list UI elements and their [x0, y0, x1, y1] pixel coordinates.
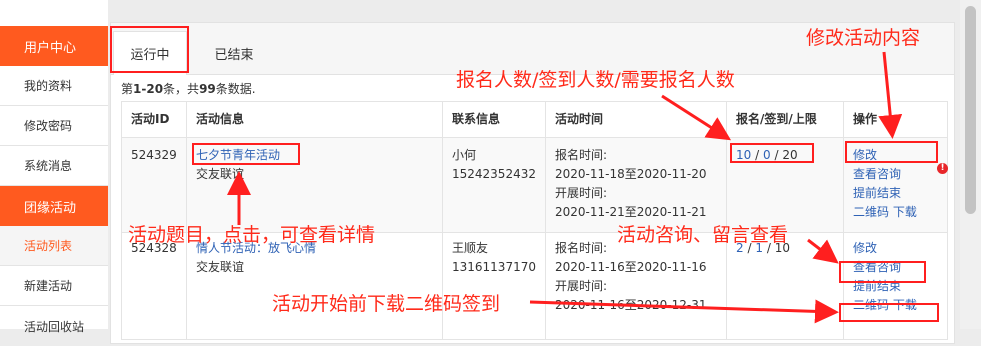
- highlight-box-tab: [110, 26, 189, 73]
- activity-info: 情人节活动：放飞心情 交友联谊: [186, 232, 443, 340]
- activity-category: 交友联谊: [196, 167, 245, 181]
- highlight-box-counts: [730, 143, 814, 163]
- column-header-time: 活动时间: [545, 101, 727, 138]
- sidebar-item-system-messages[interactable]: 系统消息: [0, 146, 108, 186]
- run-range: 2020-11-16至2020-12-31: [555, 298, 707, 312]
- column-header-contact: 联系信息: [442, 101, 546, 138]
- highlight-box-qr: [839, 303, 939, 322]
- sidebar-item-activity-list[interactable]: 活动列表: [0, 226, 108, 266]
- row-actions: 修改 查看咨询 提前结束 二维码 下载: [843, 232, 948, 340]
- activity-id: 524328: [121, 232, 187, 340]
- run-label: 开展时间:: [555, 279, 608, 293]
- highlight-box-title: [192, 143, 300, 165]
- sidebar-item-my-profile[interactable]: 我的资料: [0, 66, 108, 106]
- activity-time: 报名时间: 2020-11-18至2020-11-20 开展时间: 2020-1…: [545, 137, 727, 233]
- sidebar: 用户中心 我的资料 修改密码 系统消息 团缘活动 活动列表 新建活动 活动回收站: [0, 0, 108, 334]
- page-scrollbar[interactable]: [960, 0, 981, 329]
- column-header-info: 活动信息: [186, 101, 443, 138]
- contact-phone: 15242352432: [452, 167, 536, 181]
- sidebar-header-user-center[interactable]: 用户中心: [0, 26, 108, 66]
- contact-name: 小何: [452, 148, 477, 162]
- view-consult-link[interactable]: 查看咨询: [853, 167, 901, 181]
- signup-label: 报名时间:: [555, 148, 608, 162]
- table-header-row: 活动ID 活动信息 联系信息 活动时间 报名/签到/上限 操作: [121, 101, 948, 138]
- contact-phone: 13161137170: [452, 260, 536, 274]
- signup-label: 报名时间:: [555, 241, 608, 255]
- alert-icon: !: [937, 163, 948, 174]
- run-range: 2020-11-21至2020-11-21: [555, 205, 707, 219]
- activity-time: 报名时间: 2020-11-16至2020-11-16 开展时间: 2020-1…: [545, 232, 727, 340]
- annotation-edit-content: 修改活动内容: [806, 27, 921, 49]
- column-header-actions: 操作: [843, 101, 948, 138]
- scrollbar-thumb[interactable]: [965, 6, 976, 214]
- activity-id: 524329: [121, 137, 187, 233]
- table-row: 524328 情人节活动：放飞心情 交友联谊 王顺友 13161137170 报…: [121, 232, 948, 340]
- pagination-summary: 第1-20条，共99条数据.: [121, 82, 256, 96]
- contact-info: 小何 15242352432: [442, 137, 546, 233]
- contact-name: 王顺友: [452, 241, 489, 255]
- sidebar-item-recycle-bin[interactable]: 活动回收站: [0, 306, 108, 346]
- activity-category: 交友联谊: [196, 260, 245, 274]
- qr-code-link[interactable]: 二维码: [853, 205, 889, 219]
- tab-ended[interactable]: 已结束: [197, 31, 271, 75]
- column-header-counts: 报名/签到/上限: [726, 101, 844, 138]
- edit-link[interactable]: 修改: [853, 241, 877, 255]
- sidebar-section-group-activities[interactable]: 团缘活动: [0, 186, 108, 226]
- download-link[interactable]: 下载: [893, 205, 917, 219]
- signup-range: 2020-11-18至2020-11-20: [555, 167, 707, 181]
- highlight-box-consult: [839, 261, 926, 283]
- annotation-title-click: 活动题目，点击，可查看详情: [128, 224, 376, 246]
- contact-info: 王顺友 13161137170: [442, 232, 546, 340]
- annotation-consult: 活动咨询、留言查看: [617, 224, 789, 246]
- sidebar-item-new-activity[interactable]: 新建活动: [0, 266, 108, 306]
- annotation-counts: 报名人数/签到人数/需要报名人数: [456, 69, 735, 91]
- signup-range: 2020-11-16至2020-11-16: [555, 260, 707, 274]
- annotation-qr: 活动开始前下载二维码签到: [272, 293, 501, 315]
- end-early-link[interactable]: 提前结束: [853, 186, 901, 200]
- run-label: 开展时间:: [555, 186, 608, 200]
- activity-table: 活动ID 活动信息 联系信息 活动时间 报名/签到/上限 操作 524329 七…: [121, 101, 948, 340]
- signup-counts: 2 / 1 / 10: [726, 232, 844, 340]
- column-header-id: 活动ID: [121, 101, 187, 138]
- sidebar-item-change-password[interactable]: 修改密码: [0, 106, 108, 146]
- highlight-box-edit: [845, 141, 938, 163]
